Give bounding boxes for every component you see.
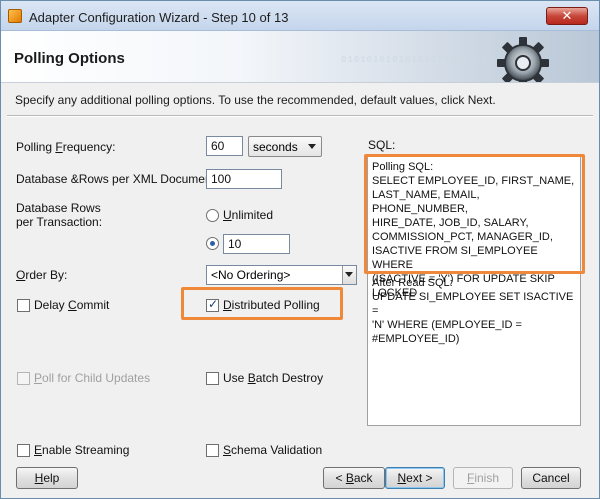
rows-per-transaction-label: Database Rows per Transaction: <box>16 201 102 229</box>
radio-selected-dot <box>210 241 215 246</box>
help-button[interactable]: Help <box>16 467 78 489</box>
label-text: chema Validation <box>231 443 323 457</box>
label-text: nlimited <box>231 208 274 222</box>
unlimited-radio[interactable] <box>206 209 219 222</box>
rows-per-xml-input[interactable]: 100 <box>206 169 282 189</box>
back-button[interactable]: < Back <box>323 467 385 489</box>
enable-streaming-label: Enable Streaming <box>34 443 129 457</box>
label-text: Delay <box>34 298 69 312</box>
checkmark-icon: ✓ <box>208 297 219 311</box>
label-text: requency: <box>62 140 116 154</box>
page-title: Polling Options <box>14 50 125 67</box>
button-mnemonic: B <box>345 471 354 485</box>
wizard-window: Adapter Configuration Wizard - Step 10 o… <box>0 0 600 499</box>
schema-validation-label: Schema Validation <box>223 443 322 457</box>
close-button[interactable]: ✕ <box>546 7 588 25</box>
unlimited-label: Unlimited <box>223 208 273 222</box>
polling-frequency-label: Polling Frequency: <box>16 140 115 154</box>
label-mnemonic: O <box>16 268 26 282</box>
polling-sql-highlight <box>364 154 585 274</box>
label-mnemonic: C <box>68 298 77 312</box>
cancel-button[interactable]: Cancel <box>521 467 581 489</box>
rows-per-transaction-input[interactable]: 10 <box>223 234 290 254</box>
delay-commit-checkbox[interactable] <box>17 299 30 312</box>
order-by-label: Order By: <box>16 268 67 282</box>
label-mnemonic: D <box>223 298 232 312</box>
label-line: per Transaction: <box>16 215 103 229</box>
label-mnemonic: S <box>223 443 232 457</box>
button-text: elp <box>43 471 60 485</box>
delay-commit-label: Delay Commit <box>34 298 109 312</box>
label-text: Polling <box>16 140 56 154</box>
button-text: ext > <box>406 471 433 485</box>
label-line: Database Rows <box>16 201 101 215</box>
finish-button[interactable]: Finish <box>453 467 513 489</box>
rows-per-xml-label: Database &Rows per XML Document: <box>16 172 219 186</box>
after-read-sql-text: After Read SQL: UPDATE SI_EMPLOYEE SET I… <box>372 277 574 345</box>
batch-destroy-label: Use Batch Destroy <box>223 371 323 385</box>
distributed-polling-checkbox[interactable]: ✓ <box>206 297 219 312</box>
batch-destroy-checkbox[interactable] <box>206 372 219 385</box>
label-text: Use <box>223 371 248 385</box>
polling-frequency-input[interactable]: 60 <box>206 136 243 156</box>
chevron-down-icon <box>308 144 316 149</box>
gear-icon <box>497 37 549 82</box>
poll-child-updates-checkbox[interactable] <box>17 372 30 385</box>
header-separator <box>7 115 593 117</box>
label-text: ommit <box>76 298 110 312</box>
button-mnemonic: N <box>397 471 407 485</box>
button-text: < <box>335 471 346 485</box>
sql-label: SQL: <box>368 138 396 152</box>
next-button[interactable]: Next > <box>385 467 445 489</box>
label-mnemonic: B <box>247 371 256 385</box>
instructions-text: Specify any additional polling options. … <box>15 93 496 107</box>
label-text: atch Destroy <box>255 371 324 385</box>
title-bar: Adapter Configuration Wizard - Step 10 o… <box>1 1 599 31</box>
label-text: oll for Child Updates <box>42 371 151 385</box>
order-by-dropdown-button[interactable] <box>342 266 356 284</box>
order-by-select[interactable]: <No Ordering> <box>206 265 357 285</box>
app-icon <box>8 9 22 23</box>
distributed-polling-label: Distributed Polling <box>223 298 320 312</box>
chevron-down-icon <box>345 272 353 277</box>
label-text: nable Streaming <box>42 443 130 457</box>
unit-value: seconds <box>253 140 298 154</box>
label-text: istributed Polling <box>231 298 320 312</box>
label-mnemonic: U <box>223 208 232 222</box>
label-mnemonic: P <box>34 371 43 385</box>
rows-count-radio[interactable] <box>206 237 219 250</box>
button-text: inish <box>474 471 500 485</box>
binary-decoration: 010101010101010101010101 <box>341 55 495 65</box>
label-mnemonic: F <box>55 140 63 154</box>
header-band: Polling Options 010101010101010101010101 <box>1 31 599 83</box>
label-mnemonic: E <box>34 443 43 457</box>
window-title: Adapter Configuration Wizard - Step 10 o… <box>29 10 289 25</box>
label-text: rder By: <box>25 268 68 282</box>
order-by-value: <No Ordering> <box>211 268 291 282</box>
button-text: ack <box>353 471 373 485</box>
poll-child-updates-label: Poll for Child Updates <box>34 371 150 385</box>
schema-validation-checkbox[interactable] <box>206 444 219 457</box>
polling-frequency-unit-select[interactable]: seconds <box>248 136 322 157</box>
enable-streaming-checkbox[interactable] <box>17 444 30 457</box>
